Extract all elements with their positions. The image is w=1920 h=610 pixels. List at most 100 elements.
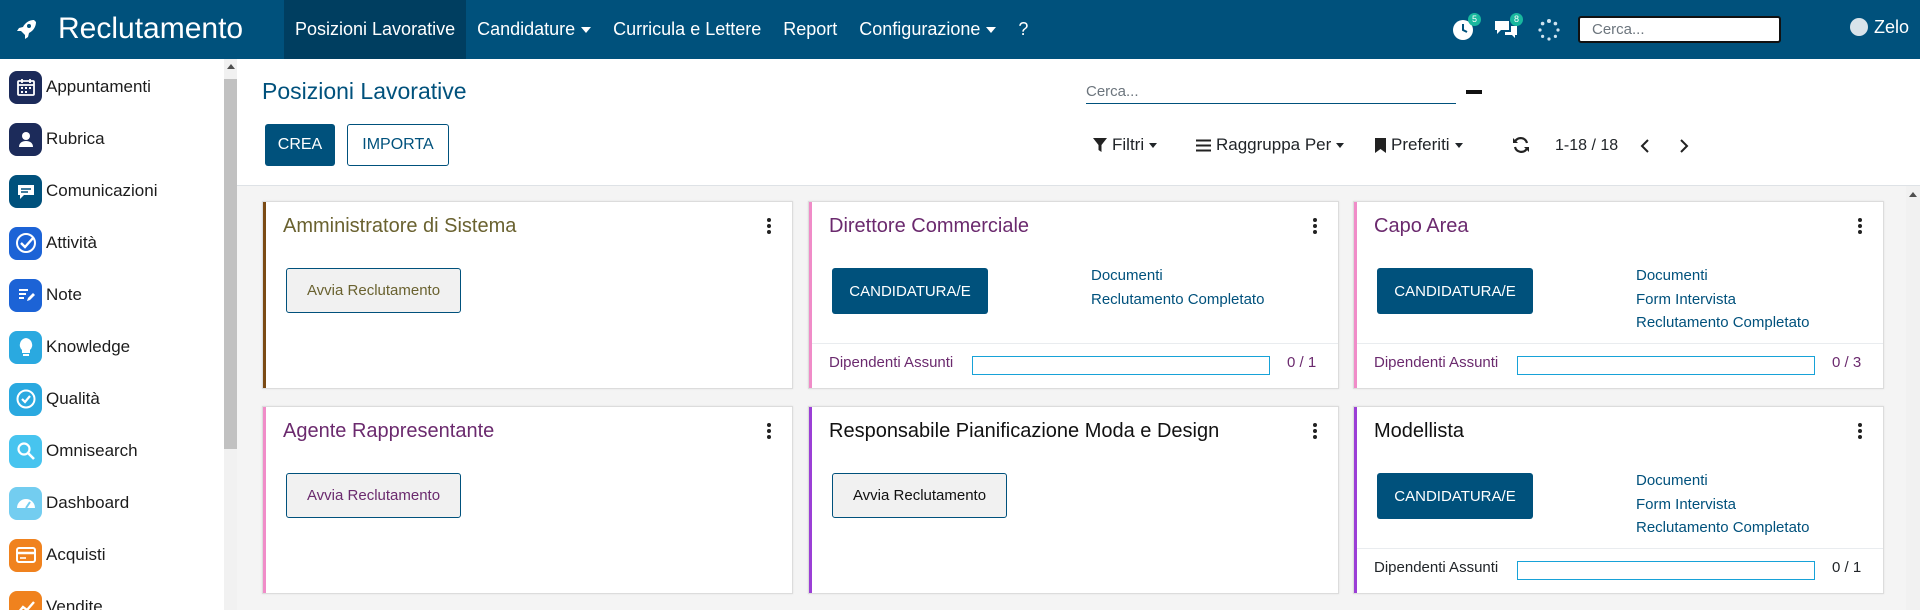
reload-icon[interactable]	[1512, 136, 1530, 154]
top-navbar: Reclutamento Posizioni Lavorative Candid…	[0, 0, 1920, 59]
card-link[interactable]: Documenti	[1636, 264, 1809, 288]
chat-icon	[9, 174, 42, 208]
job-position-card[interactable]: Direttore Commerciale CANDIDATURA/E Docume…	[808, 201, 1339, 389]
sidebar-item-dashboard[interactable]: Dashboard	[9, 485, 129, 521]
pager-previous-icon[interactable]	[1637, 137, 1653, 155]
sidebar-item-acquisti[interactable]: Acquisti	[9, 537, 106, 573]
menu-curricula-lettere[interactable]: Curricula e Lettere	[602, 0, 772, 59]
card-link[interactable]: Documenti	[1636, 469, 1809, 493]
start-recruitment-button[interactable]: Avvia Reclutamento	[286, 268, 461, 313]
groupby-label: Raggruppa Per	[1216, 135, 1332, 154]
sidebar-item-label: Comunicazioni	[46, 181, 158, 200]
pager-value[interactable]: 1-18 / 18	[1555, 137, 1618, 155]
kebab-menu-icon[interactable]	[766, 423, 772, 441]
groupby-button[interactable]: Raggruppa Per	[1196, 134, 1345, 156]
hired-progress-bar	[1517, 356, 1815, 375]
quality-icon	[9, 382, 42, 416]
user-avatar[interactable]	[1850, 18, 1868, 36]
job-position-card[interactable]: Responsabile Pianificazione Moda e Desig…	[808, 406, 1339, 594]
sidebar-item-qualita[interactable]: Qualità	[9, 381, 100, 417]
card-link[interactable]: Reclutamento Completato	[1636, 516, 1809, 540]
apps-sidebar: Appuntamenti Rubrica Comunicazioni Attiv…	[0, 59, 224, 610]
kebab-menu-icon[interactable]	[1312, 423, 1318, 441]
pager-next-icon[interactable]	[1676, 137, 1692, 155]
page-title[interactable]: Posizioni Lavorative	[262, 78, 467, 105]
card-title[interactable]: Modellista	[1374, 420, 1464, 443]
kebab-menu-icon[interactable]	[1312, 218, 1318, 236]
card-divider	[1357, 548, 1883, 549]
sidebar-item-rubrica[interactable]: Rubrica	[9, 121, 105, 157]
calendar-icon	[9, 70, 42, 104]
card-title[interactable]: Agente Rappresentante	[283, 420, 494, 443]
search-input[interactable]	[1086, 80, 1456, 102]
bulb-icon	[9, 330, 42, 364]
menu-candidature[interactable]: Candidature	[466, 0, 602, 59]
hired-progress-value: 0 / 1	[1287, 354, 1317, 371]
job-position-card[interactable]: Agente Rappresentante Avvia Reclutamento	[262, 406, 793, 594]
search-collapse-icon[interactable]	[1466, 90, 1482, 94]
job-position-card[interactable]: Amministratore di Sistema Avvia Reclutame…	[262, 201, 793, 389]
activity-clock-button[interactable]: 5	[1451, 13, 1481, 42]
menu-label: Posizioni Lavorative	[295, 19, 456, 39]
card-title[interactable]: Amministratore di Sistema	[283, 215, 516, 238]
rocket-icon[interactable]	[14, 17, 38, 41]
card-color-bar	[809, 407, 812, 593]
start-recruitment-button[interactable]: Avvia Reclutamento	[286, 473, 461, 518]
applications-button[interactable]: CANDIDATURA/E	[1377, 473, 1533, 519]
hired-employees-label: Dipendenti Assunti	[1374, 354, 1499, 371]
job-position-card[interactable]: Capo Area CANDIDATURA/E Documenti Form Inte…	[1353, 201, 1884, 389]
scroll-up-icon[interactable]	[227, 64, 235, 69]
messages-button[interactable]: 8	[1493, 13, 1523, 42]
card-divider	[1357, 343, 1883, 344]
applications-button[interactable]: CANDIDATURA/E	[1377, 268, 1533, 314]
kebab-menu-icon[interactable]	[766, 218, 772, 236]
card-link[interactable]: Form Intervista	[1636, 493, 1809, 517]
sidebar-item-attivita[interactable]: Attività	[9, 225, 97, 261]
card-divider	[812, 343, 1338, 344]
app-title[interactable]: Reclutamento	[58, 12, 243, 46]
menu-help[interactable]: ?	[1007, 0, 1039, 59]
start-recruitment-button[interactable]: Avvia Reclutamento	[832, 473, 1007, 518]
card-title[interactable]: Responsabile Pianificazione Moda e Desig…	[829, 420, 1219, 443]
card-title[interactable]: Direttore Commerciale	[829, 215, 1029, 238]
card-link[interactable]: Documenti	[1091, 264, 1264, 288]
kebab-menu-icon[interactable]	[1857, 423, 1863, 441]
card-links: Documenti Reclutamento Completato	[1091, 264, 1264, 311]
chart-icon	[9, 590, 42, 610]
global-search-input[interactable]: Cerca...	[1578, 16, 1781, 43]
card-link[interactable]: Reclutamento Completato	[1091, 288, 1264, 312]
sidebar-item-omnisearch[interactable]: Omnisearch	[9, 433, 138, 469]
sidebar-scrollbar[interactable]	[224, 59, 237, 610]
list-icon	[1196, 139, 1211, 151]
import-button[interactable]: IMPORTA	[347, 124, 449, 166]
caret-down-icon	[581, 27, 592, 34]
sidebar-item-comunicazioni[interactable]: Comunicazioni	[9, 173, 158, 209]
kanban-scrollbar[interactable]	[1906, 186, 1920, 610]
sidebar-item-knowledge[interactable]: Knowledge	[9, 329, 130, 365]
applications-button[interactable]: CANDIDATURA/E	[832, 268, 988, 314]
sidebar-item-label: Acquisti	[46, 545, 106, 564]
sidebar-item-label: Dashboard	[46, 493, 130, 512]
kebab-menu-icon[interactable]	[1857, 218, 1863, 236]
filters-button[interactable]: Filtri	[1093, 134, 1158, 156]
menu-posizioni-lavorative[interactable]: Posizioni Lavorative	[284, 0, 467, 59]
favorites-button[interactable]: Preferiti	[1375, 134, 1463, 156]
menu-label: Report	[783, 19, 838, 39]
menu-configurazione[interactable]: Configurazione	[848, 0, 1007, 59]
sidebar-item-appuntamenti[interactable]: Appuntamenti	[9, 69, 151, 105]
user-name[interactable]: Zelo	[1874, 17, 1909, 38]
card-link[interactable]: Form Intervista	[1636, 288, 1809, 312]
sidebar-item-vendite[interactable]: Vendite	[9, 589, 103, 610]
scrollbar-thumb[interactable]	[224, 79, 237, 449]
create-button[interactable]: CREA	[265, 124, 335, 166]
card-link[interactable]: Reclutamento Completato	[1636, 311, 1809, 335]
menu-report[interactable]: Report	[772, 0, 848, 59]
card-title[interactable]: Capo Area	[1374, 215, 1469, 238]
sidebar-item-label: Appuntamenti	[46, 77, 151, 96]
scroll-up-icon[interactable]	[1909, 192, 1917, 197]
menu-label: ?	[1018, 19, 1029, 39]
job-position-card[interactable]: Modellista CANDIDATURA/E Documenti Form Int…	[1353, 406, 1884, 594]
hired-employees-label: Dipendenti Assunti	[829, 354, 954, 371]
activity-badge: 5	[1468, 13, 1481, 26]
sidebar-item-note[interactable]: Note	[9, 277, 82, 313]
